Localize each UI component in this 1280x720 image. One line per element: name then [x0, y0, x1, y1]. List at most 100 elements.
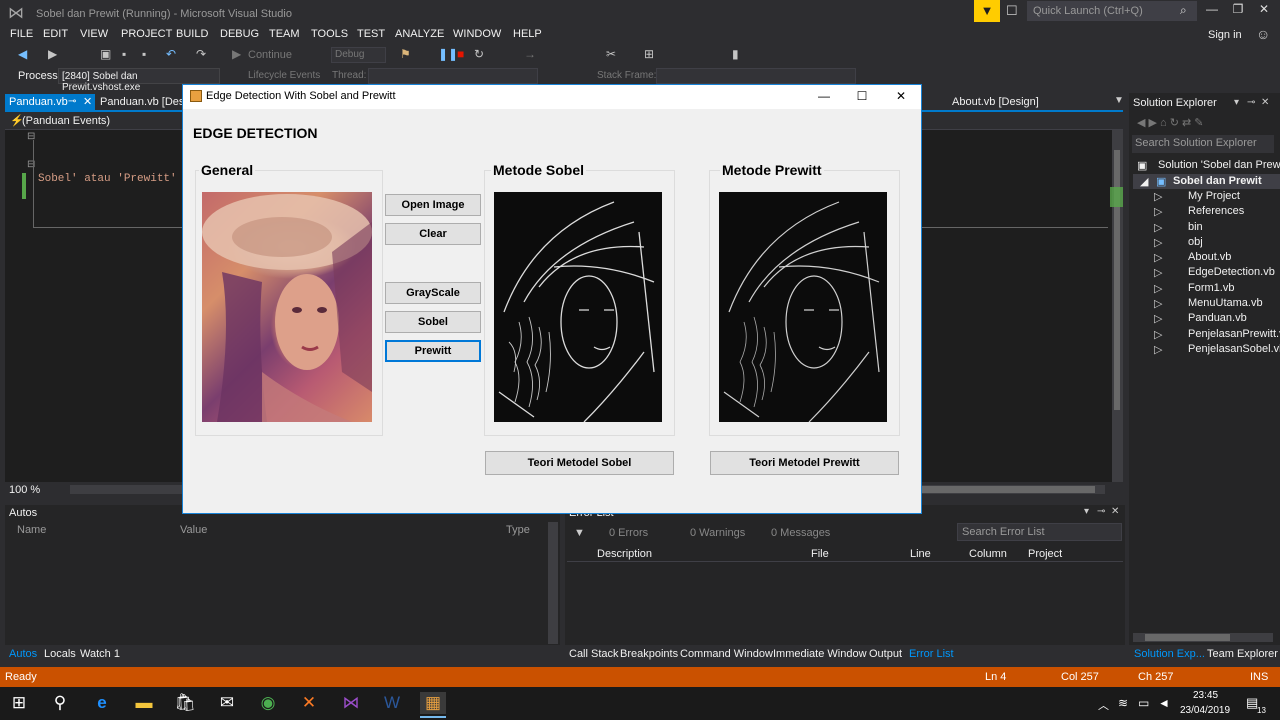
process-dropdown[interactable]: [2840] Sobel dan Prewit.vshost.exe [58, 68, 220, 93]
chrome-icon[interactable]: ◉ [255, 692, 281, 714]
se-item[interactable]: References [1188, 205, 1244, 217]
dialog-minimize-button[interactable]: — [814, 89, 834, 103]
close-tab-icon[interactable]: ✕ [83, 95, 92, 108]
expand-icon[interactable]: ▷ [1154, 251, 1162, 264]
pin-icon[interactable]: ⊸ [1097, 506, 1105, 517]
tab-solution-explorer[interactable]: Solution Exp... [1134, 648, 1205, 660]
se-item[interactable]: My Project [1188, 190, 1240, 202]
store-icon[interactable]: 🛍 [172, 692, 198, 714]
tray-chevron-icon[interactable]: ︿ [1098, 697, 1109, 713]
messages-filter-button[interactable]: 0 Messages [771, 527, 830, 539]
warnings-filter-button[interactable]: 0 Warnings [690, 527, 745, 539]
err-col-project[interactable]: Project [1028, 548, 1062, 560]
menu-help[interactable]: HELP [513, 28, 542, 40]
tab-list-icon[interactable]: ▼ [1114, 95, 1124, 106]
prewitt-button[interactable]: Prewitt [385, 340, 481, 362]
tab-panduan-vb[interactable]: Panduan.vb [5, 94, 95, 110]
autos-scrollbar[interactable] [548, 522, 558, 644]
restore-button[interactable]: ❐ [1228, 2, 1248, 16]
clock-time[interactable]: 23:45 [1193, 690, 1218, 701]
file-explorer-icon[interactable]: ▬ [131, 692, 157, 714]
sign-in-link[interactable]: Sign in [1208, 29, 1242, 41]
expand-icon[interactable]: ▷ [1154, 328, 1162, 341]
menu-debug[interactable]: DEBUG [220, 28, 259, 40]
se-item[interactable]: PenjelasanPrewitt.vb [1188, 328, 1280, 340]
undo-icon[interactable]: ↶ [166, 47, 176, 61]
profile-icon[interactable]: ☺ [1256, 26, 1270, 42]
network-icon[interactable]: ≋ [1118, 696, 1128, 710]
menu-edit[interactable]: EDIT [43, 28, 68, 40]
notification-flag-icon[interactable]: ▼ [974, 0, 1000, 22]
menu-window[interactable]: WINDOW [453, 28, 501, 40]
se-hscroll-thumb[interactable] [1145, 634, 1230, 641]
collapse-icon[interactable]: ⊟ [27, 131, 35, 142]
tab-about-design[interactable]: About.vb [Design] [952, 96, 1039, 108]
teori-prewitt-button[interactable]: Teori Metodel Prewitt [710, 451, 899, 475]
expand-icon[interactable]: ▷ [1154, 190, 1162, 203]
se-item[interactable]: obj [1188, 236, 1203, 248]
se-item[interactable]: PenjelasanSobel.vb [1188, 343, 1280, 355]
pin-icon[interactable]: ⊸ [68, 96, 76, 107]
autos-col-type[interactable]: Type [506, 524, 530, 536]
se-item[interactable]: Panduan.vb [1188, 312, 1247, 324]
running-app-icon[interactable]: ▦ [420, 692, 446, 714]
stop-icon[interactable]: ■ [457, 47, 464, 61]
expand-icon[interactable]: ◢ [1140, 175, 1148, 188]
step-into-icon[interactable]: → [524, 47, 536, 61]
expand-icon[interactable]: ▷ [1154, 297, 1162, 310]
collapse-icon[interactable]: ⊟ [27, 159, 35, 170]
open-image-button[interactable]: Open Image [385, 194, 481, 216]
expand-icon[interactable]: ▷ [1154, 282, 1162, 295]
tab-autos[interactable]: Autos [9, 648, 37, 660]
se-toolbar-icons[interactable]: ◀ ▶ ⌂ ↻ ⇄ ✎ [1137, 116, 1204, 129]
save-icon[interactable]: ▪ [122, 47, 126, 61]
expand-icon[interactable]: ▷ [1154, 343, 1162, 356]
zoom-level[interactable]: 100 % [9, 484, 40, 496]
tab-call-stack[interactable]: Call Stack [569, 648, 619, 660]
menu-team[interactable]: TEAM [269, 28, 300, 40]
se-item[interactable]: Form1.vb [1188, 282, 1234, 294]
bookmark-icon[interactable]: ▮ [732, 47, 739, 61]
volume-icon[interactable]: ◄ [1158, 696, 1170, 710]
solution-search-input[interactable]: Search Solution Explorer [1132, 135, 1274, 153]
feedback-icon[interactable]: ☐ [1006, 3, 1018, 19]
menu-build[interactable]: BUILD [176, 28, 208, 40]
tab-error-list[interactable]: Error List [909, 648, 954, 660]
visual-studio-icon[interactable]: ⋈ [338, 692, 364, 714]
close-panel-icon[interactable]: ✕ [1261, 97, 1269, 108]
new-project-icon[interactable]: ▣ [100, 47, 111, 61]
dialog-close-button[interactable]: ✕ [891, 89, 911, 103]
sobel-button[interactable]: Sobel [385, 311, 481, 333]
pin-icon[interactable]: ⊸ [1247, 97, 1255, 108]
menu-test[interactable]: TEST [357, 28, 385, 40]
battery-icon[interactable]: ▭ [1138, 696, 1149, 710]
err-col-line[interactable]: Line [910, 548, 931, 560]
menu-analyze[interactable]: ANALYZE [395, 28, 444, 40]
redo-icon[interactable]: ↷ [196, 47, 206, 61]
se-item[interactable]: EdgeDetection.vb [1188, 266, 1275, 278]
forward-icon[interactable]: ▶ [48, 47, 57, 61]
se-item[interactable]: About.vb [1188, 251, 1231, 263]
grayscale-button[interactable]: GrayScale [385, 282, 481, 304]
se-item[interactable]: MenuUtama.vb [1188, 297, 1263, 309]
clear-button[interactable]: Clear [385, 223, 481, 245]
configuration-dropdown[interactable]: Debug [331, 47, 386, 63]
expand-icon[interactable]: ▷ [1154, 205, 1162, 218]
thread-dropdown[interactable] [368, 68, 538, 84]
word-icon[interactable]: W [379, 692, 405, 714]
errors-filter-button[interactable]: 0 Errors [609, 527, 648, 539]
error-list-search-input[interactable]: Search Error List [957, 523, 1122, 541]
expand-icon[interactable]: ▷ [1154, 266, 1162, 279]
tab-immediate-window[interactable]: Immediate Window [773, 648, 867, 660]
expand-icon[interactable]: ▷ [1154, 221, 1162, 234]
quick-launch-input[interactable]: Quick Launch (Ctrl+Q) [1027, 1, 1197, 21]
stack-frame-dropdown[interactable] [656, 68, 856, 84]
attach-icon[interactable]: ⚑ [400, 47, 411, 61]
windows-start-icon[interactable]: ⊞ [6, 692, 32, 714]
menu-project[interactable]: PROJECT [121, 28, 172, 40]
edge-browser-icon[interactable]: e [89, 692, 115, 714]
tab-locals[interactable]: Locals [44, 648, 76, 660]
align-icon[interactable]: ⊞ [644, 47, 654, 61]
dialog-maximize-button[interactable]: ☐ [852, 89, 872, 103]
err-col-file[interactable]: File [811, 548, 829, 560]
